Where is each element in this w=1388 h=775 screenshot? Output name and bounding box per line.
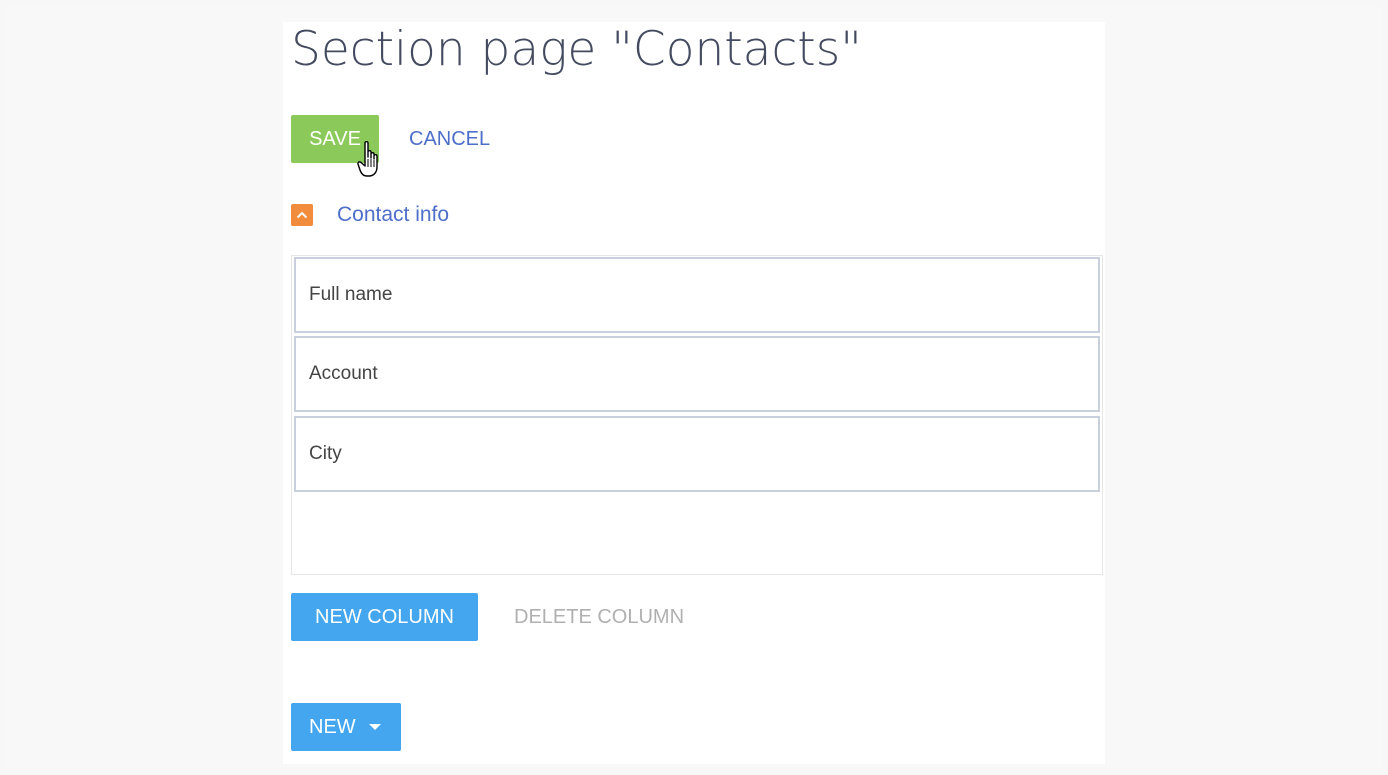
fields-grid: Full name Account City — [291, 255, 1103, 575]
group-label[interactable]: Contact info — [337, 203, 449, 227]
caret-down-icon — [369, 724, 381, 730]
page-title: Section page "Contacts" — [291, 22, 862, 77]
field-account[interactable]: Account — [294, 336, 1100, 412]
new-button-label: NEW — [309, 716, 356, 738]
field-full-name[interactable]: Full name — [294, 257, 1100, 333]
hand-pointer-icon — [357, 141, 378, 177]
chevron-up-icon[interactable] — [291, 204, 313, 226]
field-city[interactable]: City — [294, 416, 1100, 492]
new-column-button[interactable]: NEW COLUMN — [291, 593, 478, 641]
cancel-button[interactable]: CANCEL — [409, 115, 490, 163]
delete-column-button[interactable]: DELETE COLUMN — [514, 593, 684, 641]
contact-info-group-header[interactable]: Contact info — [291, 200, 449, 230]
new-button[interactable]: NEW — [291, 703, 401, 751]
section-page: Section page "Contacts" SAVE CANCEL Cont… — [283, 22, 1105, 764]
